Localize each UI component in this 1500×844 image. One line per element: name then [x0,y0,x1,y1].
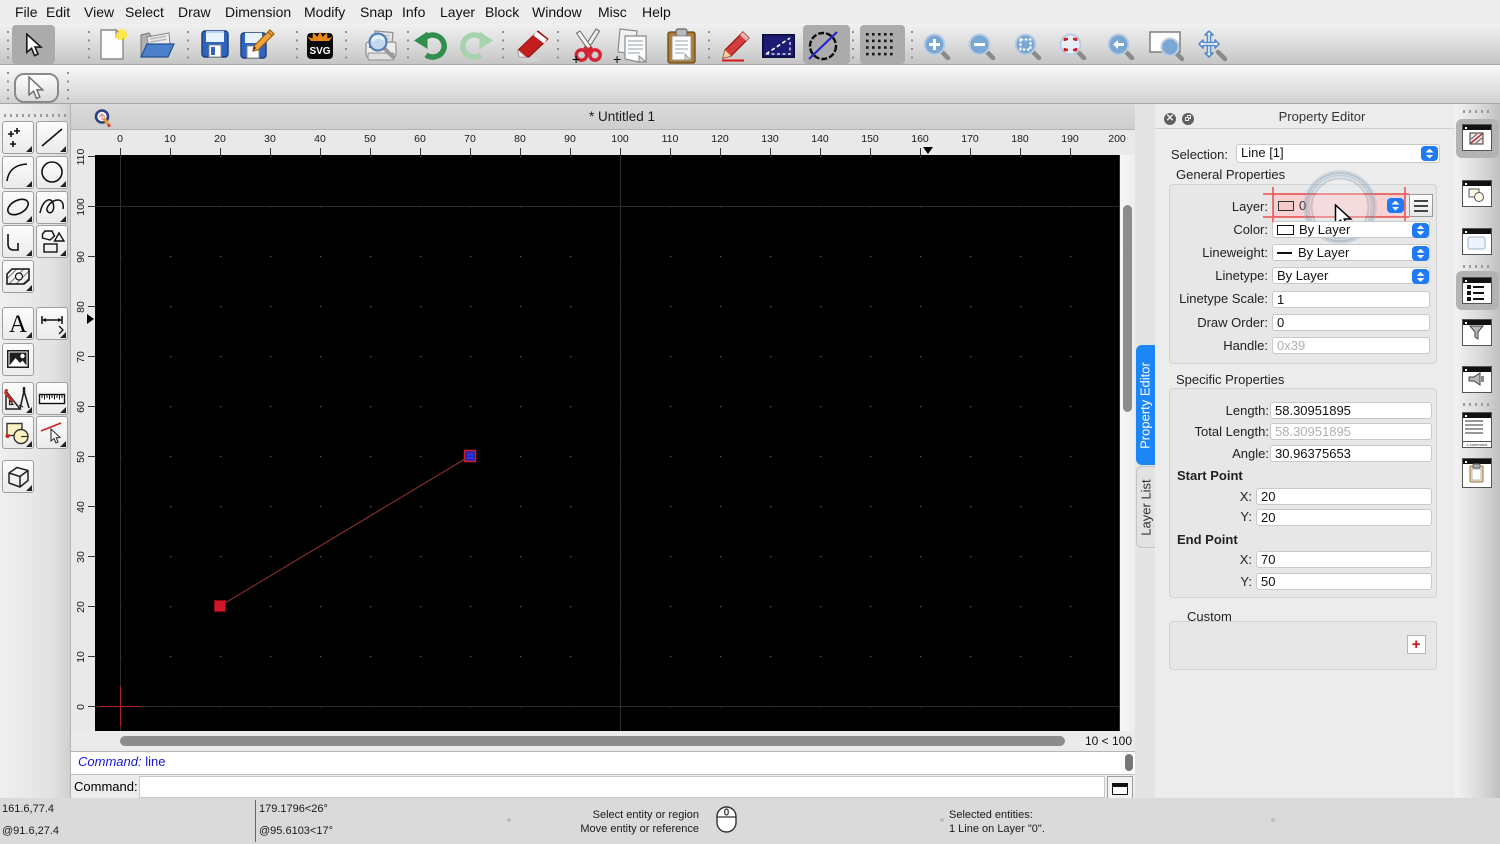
svg-text:+: + [613,51,621,65]
svg-text:A: A [9,311,27,338]
svg-text:SVG: SVG [309,46,330,57]
svg-text:+: + [572,51,580,65]
